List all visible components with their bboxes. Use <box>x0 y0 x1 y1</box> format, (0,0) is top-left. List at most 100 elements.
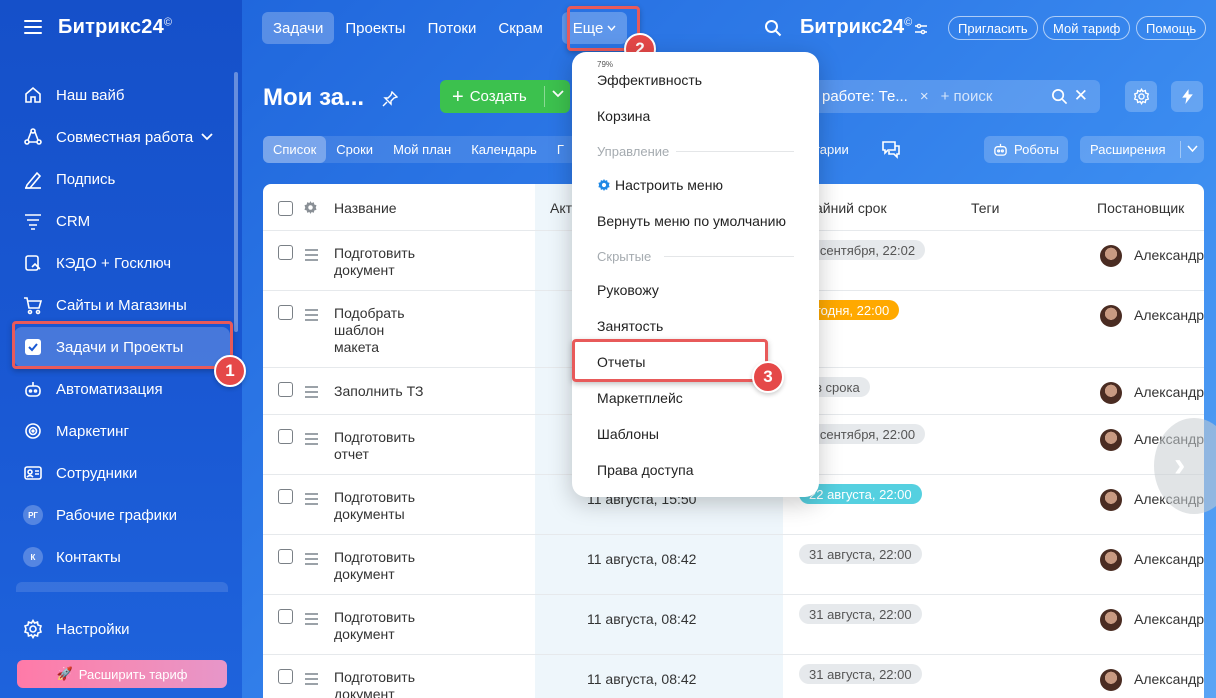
avatar[interactable] <box>1100 305 1122 327</box>
tab-deadlines[interactable]: Сроки <box>326 136 383 163</box>
sidebar-item-kedo[interactable]: КЭДО + Госключ <box>14 243 230 283</box>
menu-item-templates[interactable]: Шаблоны <box>597 426 659 442</box>
menu-item-employment[interactable]: Занятость <box>597 318 663 334</box>
menu-burger-icon[interactable] <box>24 20 42 36</box>
avatar[interactable] <box>1100 669 1122 691</box>
task-name[interactable]: Подготовить документ <box>334 549 444 583</box>
sidebar-item-vibe[interactable]: Наш вайб <box>14 75 230 115</box>
sidebar-item-sites[interactable]: Сайты и Магазины <box>14 285 230 325</box>
tab-tasks[interactable]: Задачи <box>262 12 335 44</box>
create-button[interactable]: + Создать <box>440 80 570 113</box>
menu-item-marketplace[interactable]: Маркетплейс <box>597 390 683 406</box>
chat-icon[interactable] <box>880 138 902 160</box>
tab-list[interactable]: Список <box>263 136 327 163</box>
invite-button[interactable]: Пригласить <box>948 16 1038 40</box>
row-checkbox[interactable] <box>278 382 293 397</box>
header-name[interactable]: Название <box>334 200 397 216</box>
deadline-badge[interactable]: 31 августа, 22:00 <box>799 544 922 564</box>
avatar[interactable] <box>1100 382 1122 404</box>
drag-handle-icon[interactable] <box>305 553 318 568</box>
settings-button[interactable] <box>1125 81 1157 112</box>
drag-handle-icon[interactable] <box>305 433 318 448</box>
creator-name[interactable]: Александр <box>1134 551 1204 567</box>
drag-handle-icon[interactable] <box>305 613 318 628</box>
avatar[interactable] <box>1100 549 1122 571</box>
drag-handle-icon[interactable] <box>305 673 318 688</box>
deadline-badge[interactable]: 31 августа, 22:00 <box>799 604 922 624</box>
sidebar-item-schedules[interactable]: РГ Рабочие графики <box>14 495 230 535</box>
menu-item-configure[interactable]: Настроить меню <box>597 177 723 193</box>
menu-item-efficiency[interactable]: Эффективность <box>597 72 702 88</box>
task-name[interactable]: Подготовить документ <box>334 245 444 279</box>
tab-projects[interactable]: Проекты <box>334 12 416 44</box>
row-checkbox[interactable] <box>278 429 293 444</box>
table-row[interactable]: Подготовить документ 11 августа, 08:42 3… <box>263 535 1204 595</box>
extensions-button[interactable]: Расширения <box>1080 136 1204 163</box>
logo-secondary[interactable]: Битрикс24© <box>800 16 912 39</box>
my-tariff-button[interactable]: Мой тариф <box>1043 16 1131 40</box>
header-deadline[interactable]: айний срок <box>815 200 887 216</box>
sidebar-item-crm[interactable]: CRM <box>14 201 230 241</box>
header-tags[interactable]: Теги <box>971 200 999 216</box>
help-button[interactable]: Помощь <box>1136 16 1207 40</box>
filter-tag[interactable]: работе: Те... <box>818 85 912 108</box>
avatar[interactable] <box>1100 609 1122 631</box>
creator-name[interactable]: Александр <box>1134 611 1204 627</box>
row-checkbox[interactable] <box>278 245 293 260</box>
creator-name[interactable]: Александр <box>1134 671 1204 687</box>
menu-item-supervise[interactable]: Руковожу <box>597 282 659 298</box>
pin-icon[interactable] <box>382 90 399 107</box>
row-checkbox[interactable] <box>278 609 293 624</box>
drag-handle-icon[interactable] <box>305 249 318 264</box>
menu-item-reset[interactable]: Вернуть меню по умолчанию <box>597 213 786 229</box>
select-all-checkbox[interactable] <box>278 201 293 216</box>
row-checkbox[interactable] <box>278 549 293 564</box>
creator-name[interactable]: Александр <box>1134 307 1204 323</box>
sidebar-scrollbar[interactable] <box>234 72 238 332</box>
row-checkbox[interactable] <box>278 669 293 684</box>
tab-my-plan[interactable]: Мой план <box>383 136 461 163</box>
header-creator[interactable]: Постановщик <box>1097 200 1184 216</box>
menu-item-access[interactable]: Права доступа <box>597 462 693 478</box>
logo[interactable]: Битрикс24© <box>58 16 172 39</box>
table-row[interactable]: Подготовить документ 11 августа, 08:42 3… <box>263 655 1204 698</box>
chevron-down-icon[interactable] <box>552 87 564 101</box>
menu-item-trash[interactable]: Корзина <box>597 108 650 124</box>
close-icon[interactable]: × <box>920 88 929 105</box>
task-name[interactable]: Заполнить ТЗ <box>334 383 444 400</box>
tab-calendar[interactable]: Календарь <box>461 136 547 163</box>
chevron-down-icon[interactable] <box>1187 143 1198 155</box>
task-name[interactable]: Подобрать шаблон макета <box>334 305 414 356</box>
avatar[interactable] <box>1100 489 1122 511</box>
sidebar-item-signature[interactable]: Подпись <box>14 159 230 199</box>
row-checkbox[interactable] <box>278 489 293 504</box>
sidebar-item-automation[interactable]: Автоматизация <box>14 369 230 409</box>
robots-button[interactable]: Роботы <box>984 136 1068 163</box>
avatar[interactable] <box>1100 245 1122 267</box>
lightning-button[interactable] <box>1171 81 1203 112</box>
clear-icon[interactable]: ✕ <box>1074 86 1088 106</box>
drag-handle-icon[interactable] <box>305 386 318 401</box>
creator-name[interactable]: Александр <box>1134 384 1204 400</box>
drag-handle-icon[interactable] <box>305 493 318 508</box>
task-name[interactable]: Подготовить документы <box>334 489 444 523</box>
creator-name[interactable]: Александр <box>1134 247 1204 263</box>
task-name[interactable]: Подготовить документ <box>334 669 444 698</box>
sidebar-item-collab[interactable]: Совместная работа <box>14 117 230 157</box>
search-icon[interactable] <box>764 19 782 37</box>
task-name[interactable]: Подготовить документ <box>334 609 444 643</box>
table-row[interactable]: Подготовить документ 11 августа, 08:42 3… <box>263 595 1204 655</box>
search-icon[interactable] <box>1051 88 1068 105</box>
tab-scrum[interactable]: Скрам <box>487 12 553 44</box>
sidebar-item-marketing[interactable]: Маркетинг <box>14 411 230 451</box>
header-activity[interactable]: Акт <box>550 200 572 216</box>
upgrade-tariff-button[interactable]: 🚀 Расширить тариф <box>17 660 227 688</box>
filter-search[interactable]: работе: Те... × + поиск ✕ <box>810 80 1100 113</box>
sidebar-item-employees[interactable]: Сотрудники <box>14 453 230 493</box>
sidebar-item-contacts[interactable]: К Контакты <box>14 537 230 577</box>
row-checkbox[interactable] <box>278 305 293 320</box>
avatar[interactable] <box>1100 429 1122 451</box>
gear-icon[interactable] <box>303 200 318 215</box>
search-input[interactable]: + поиск <box>941 88 993 105</box>
comments-label[interactable]: тарии <box>814 136 849 163</box>
